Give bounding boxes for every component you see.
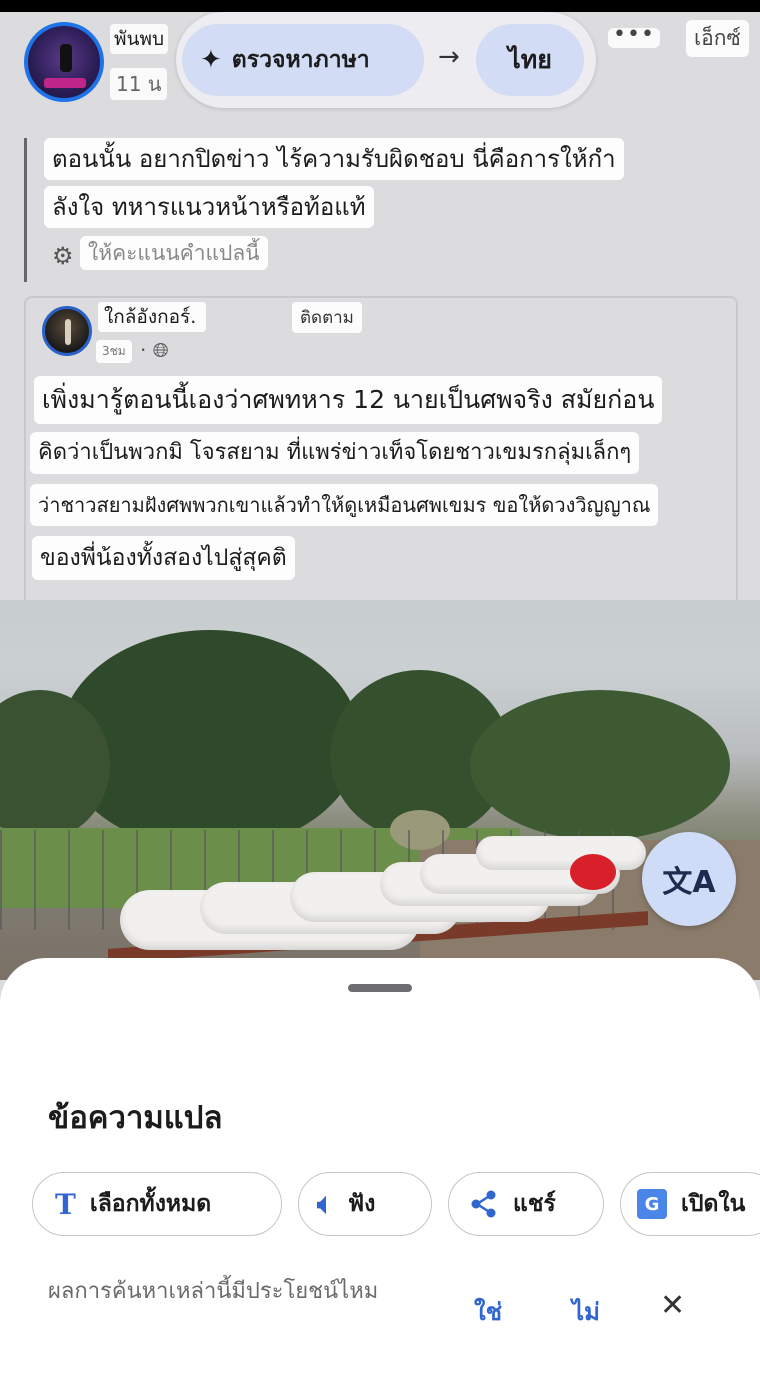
shared-line-2: คิดว่าเป็นพวกมิ โจรสยาม ที่แพร่ข่าวเท็จโ…	[30, 432, 640, 474]
select-all-label: เลือกทั้งหมด	[89, 1191, 212, 1217]
detect-language-button[interactable]: ✦ ตรวจหาภาษา	[182, 24, 424, 96]
translation-sheet: ข้อความแปล T เลือกทั้งหมด 🔈︎ ฟัง แชร์ G …	[0, 958, 760, 1400]
translate-fab[interactable]: 文A	[642, 832, 736, 926]
select-all-button[interactable]: T เลือกทั้งหมด	[32, 1172, 282, 1236]
shared-author-avatar[interactable]	[42, 306, 92, 356]
gear-icon: ⚙	[52, 242, 74, 270]
target-language-button[interactable]: ไทย	[476, 24, 584, 96]
author-avatar[interactable]	[24, 22, 104, 102]
globe-icon: · 🌐︎	[140, 338, 169, 362]
translated-line-1: ตอนนั้น อยากปิดข่าว ไร้ความรับผิดชอบ นี่…	[44, 138, 624, 180]
close-icon[interactable]: ✕	[660, 1288, 685, 1323]
shared-line-1: เพิ่งมารู้ตอนนี้เองว่าศพทหาร 12 นายเป็นศ…	[34, 376, 663, 424]
open-in-translate-button[interactable]: G เปิดใน	[620, 1172, 760, 1236]
author-name[interactable]: พันพบ	[110, 24, 169, 54]
feedback-yes-button[interactable]: ใช่	[474, 1292, 502, 1331]
shared-line-3: ว่าชาวสยามฝังศพพวกเขาแล้วทำให้ดูเหมือนศพ…	[30, 484, 659, 526]
google-translate-icon: G	[637, 1189, 667, 1219]
sparkle-icon: ✦	[200, 45, 222, 75]
shared-post-time: 3ชม	[96, 340, 132, 363]
translated-line-2: ลังใจ ทหารแนวหน้าหรือท้อแท้	[44, 186, 374, 228]
text-icon: T	[55, 1187, 76, 1221]
share-label: แชร์	[513, 1191, 556, 1217]
listen-button[interactable]: 🔈︎ ฟัง	[298, 1172, 432, 1236]
open-in-label: เปิดใน	[681, 1191, 746, 1217]
feedback-question: ผลการค้นหาเหล่านี้มีประโยชน์ไหม	[48, 1279, 379, 1304]
shared-author-name[interactable]: ใกล้อังกอร์.	[98, 302, 206, 332]
share-icon	[471, 1190, 496, 1218]
share-button[interactable]: แชร์	[448, 1172, 604, 1236]
listen-label: ฟัง	[347, 1191, 376, 1217]
arrow-right-icon: →	[438, 42, 460, 72]
quote-bar	[24, 138, 27, 282]
follow-button[interactable]: ติดตาม	[292, 302, 362, 333]
more-options-button[interactable]: •••	[608, 24, 660, 48]
drag-handle[interactable]	[348, 984, 412, 992]
status-bar	[0, 0, 760, 12]
post-photo[interactable]	[0, 600, 760, 980]
language-bar: ✦ ตรวจหาภาษา → ไทย	[176, 12, 596, 108]
sheet-title: ข้อความแปล	[48, 1100, 223, 1136]
shared-line-4: ของพี่น้องทั้งสองไปสู่สุคติ	[32, 536, 295, 580]
detect-language-label: ตรวจหาภาษา	[231, 47, 370, 73]
speaker-icon: 🔈︎	[317, 1187, 334, 1220]
close-button[interactable]: เอ็กซ์	[686, 20, 749, 57]
post-time: 11 น	[110, 68, 168, 100]
translate-icon: 文A	[662, 865, 716, 900]
feedback-no-button[interactable]: ไม่	[572, 1292, 600, 1331]
rate-translation-link[interactable]: ให้คะแนนคำแปลนี้	[80, 236, 268, 270]
